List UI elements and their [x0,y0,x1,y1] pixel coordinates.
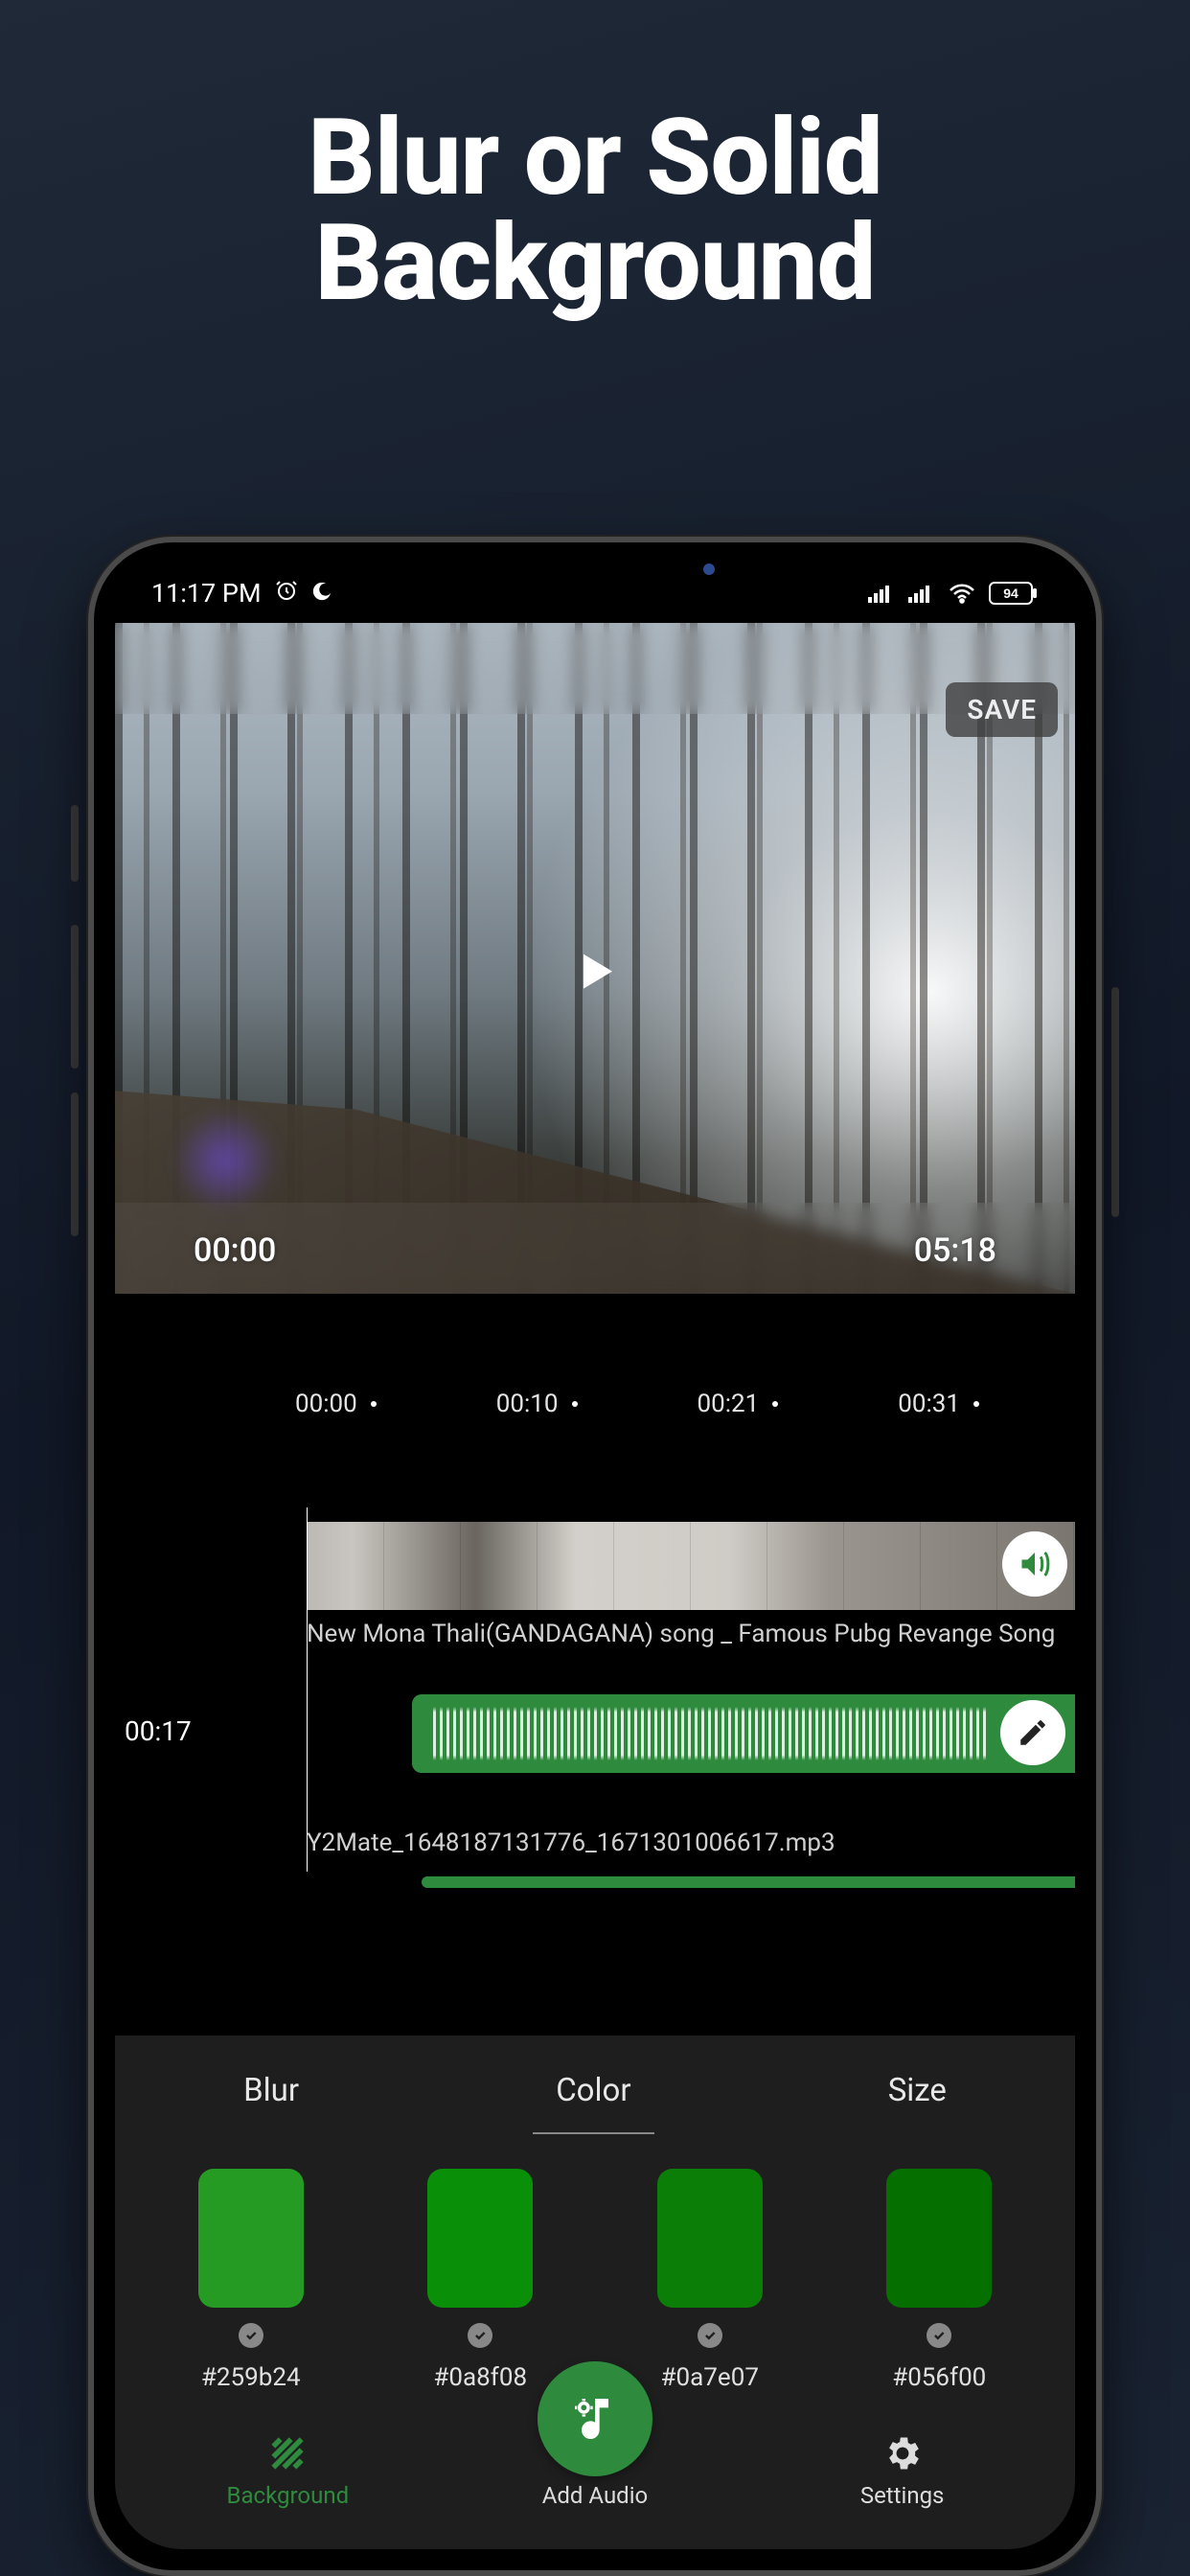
nav-background[interactable]: Background [182,2432,393,2509]
color-swatch[interactable] [198,2169,304,2308]
check-icon [468,2323,492,2348]
alarm-icon [275,578,298,609]
lens-flare [172,1108,278,1213]
swatch-label: #0a8f08 [433,2363,527,2392]
video-preview[interactable]: SAVE 00:00 05:18 [115,623,1075,1294]
status-time: 11:17 PM [151,578,262,609]
check-icon [927,2323,951,2348]
swatch-label: #0a7e07 [661,2363,759,2392]
color-swatch[interactable] [427,2169,533,2308]
phone-frame: 11:17 PM 94 [88,537,1102,2576]
swatch-label: #259b24 [201,2363,301,2392]
phone-side-button [71,805,79,882]
wifi-icon [949,583,975,604]
bg-tabs: Blur Color Size [115,2062,1075,2119]
battery-icon: 94 [989,582,1039,605]
audio-track[interactable]: 00:17 [115,1694,1075,1773]
volume-icon[interactable] [1002,1531,1067,1597]
timeline-ticks: 00:00 00:10 00:21 00:31 00:4 [115,1390,1075,1418]
phone-notch [423,542,767,588]
video-current-time: 00:00 [194,1231,276,1270]
timeline[interactable]: 00:00 00:10 00:21 00:31 00:4 New Mona Th… [115,1294,1075,1888]
timeline-tick: 00:10 [496,1390,578,1418]
tab-color[interactable]: Color [517,2062,669,2119]
playhead-time: 00:17 [125,1715,192,1747]
phone-side-button [71,1092,79,1236]
check-icon [698,2323,722,2348]
audio-clip[interactable] [412,1694,1075,1773]
signal-icon [908,584,935,603]
phone-side-button [1111,987,1119,1217]
color-swatch-item[interactable]: #0a7e07 [657,2169,763,2392]
promo-title: Blur or Solid Background [0,0,1190,316]
add-audio-fab[interactable] [538,2361,652,2476]
color-swatch-item[interactable]: #056f00 [886,2169,992,2392]
timeline-tick: 00:31 [898,1390,979,1418]
moon-icon [311,578,332,609]
nav-label: Background [227,2482,350,2509]
edit-icon[interactable] [1000,1700,1065,1765]
video-clip[interactable] [307,1522,1075,1610]
background-panel: Blur Color Size #259b24 #0a8f08 [115,2036,1075,2549]
audio-file-label: Y2Mate_1648187131776_1671301006617.mp3 [307,1828,1075,1857]
timeline-tick: 00:00 [295,1390,377,1418]
video-track[interactable]: New Mona Thali(GANDAGANA) song _ Famous … [307,1522,1075,1648]
playhead-line[interactable] [307,1507,308,1872]
bottom-nav: Background Add Audio Settings [115,2419,1075,2549]
video-duration: 05:18 [914,1231,996,1270]
signal-icon [868,584,895,603]
background-icon [266,2432,309,2474]
color-swatch[interactable] [657,2169,763,2308]
save-button[interactable]: SAVE [946,682,1058,737]
nav-label: Settings [860,2482,945,2509]
audio-waveform [433,1707,989,1760]
svg-text:94: 94 [1003,586,1018,601]
tab-size[interactable]: Size [850,2062,985,2119]
video-track-label: New Mona Thali(GANDAGANA) song _ Famous … [307,1620,1075,1648]
tab-blur[interactable]: Blur [205,2062,337,2119]
gear-icon [881,2432,924,2474]
color-swatch[interactable] [886,2169,992,2308]
timeline-tick: 00:21 [698,1390,779,1418]
nav-label: Add Audio [542,2482,649,2509]
swatch-label: #056f00 [892,2363,986,2392]
app-screen: 11:17 PM 94 [115,564,1075,2549]
nav-settings[interactable]: Settings [797,2432,1008,2509]
phone-side-button [71,925,79,1069]
color-swatch-item[interactable]: #259b24 [198,2169,304,2392]
color-swatch-item[interactable]: #0a8f08 [427,2169,533,2392]
blur-band [115,623,1075,714]
audio-clip-2[interactable] [422,1876,1075,1888]
check-icon [239,2323,263,2348]
play-icon[interactable] [572,949,618,999]
